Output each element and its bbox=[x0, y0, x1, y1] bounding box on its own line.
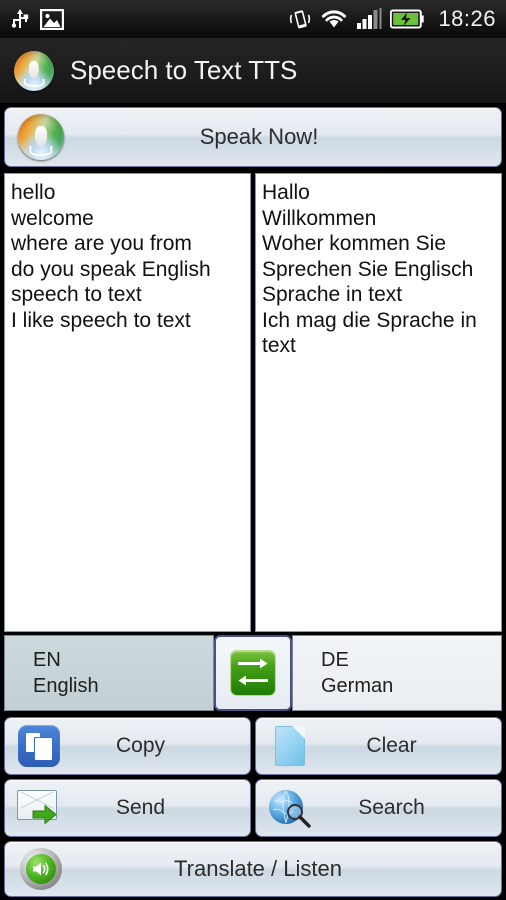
clear-button[interactable]: Clear bbox=[255, 717, 502, 775]
status-bar-right-icons: 18:26 bbox=[288, 6, 496, 32]
search-icon-wrap bbox=[264, 788, 316, 828]
clear-icon-wrap bbox=[264, 726, 316, 766]
action-button-grid: Copy Clear Send Search Translate / Liste… bbox=[4, 717, 502, 897]
gallery-image-icon bbox=[40, 8, 64, 30]
app-title-bar: Speech to Text TTS bbox=[0, 38, 506, 104]
app-content: Speak Now! hello welcome where are you f… bbox=[0, 104, 506, 900]
swap-arrows-icon bbox=[230, 650, 276, 696]
vibrate-icon bbox=[288, 7, 312, 31]
wifi-icon bbox=[320, 8, 348, 30]
target-language-selector[interactable]: DE German bbox=[292, 635, 502, 711]
swap-languages-button[interactable] bbox=[214, 635, 292, 711]
microphone-icon bbox=[14, 50, 54, 91]
status-bar: 18:26 bbox=[0, 0, 506, 38]
page-title: Speech to Text TTS bbox=[70, 55, 298, 85]
send-label: Send bbox=[115, 796, 166, 819]
copy-icon bbox=[18, 725, 60, 767]
text-panes: hello welcome where are you from do you … bbox=[4, 173, 502, 632]
speaker-inner bbox=[26, 854, 56, 884]
source-text-pane[interactable]: hello welcome where are you from do you … bbox=[4, 173, 251, 632]
target-language-name: German bbox=[321, 675, 394, 697]
copy-label: Copy bbox=[115, 734, 166, 757]
send-button[interactable]: Send bbox=[4, 779, 251, 837]
speak-now-icon-wrap bbox=[15, 114, 67, 160]
magnifier-shape bbox=[287, 804, 311, 828]
speak-now-label: Speak Now! bbox=[199, 124, 319, 149]
send-icon-wrap bbox=[13, 788, 65, 828]
target-text-pane[interactable]: Hallo Willkommen Woher kommen Sie Sprech… bbox=[255, 173, 502, 632]
search-button[interactable]: Search bbox=[255, 779, 502, 837]
battery-charging-icon bbox=[390, 9, 425, 29]
translate-listen-button[interactable]: Translate / Listen bbox=[4, 841, 502, 897]
source-language-code: EN bbox=[33, 649, 61, 671]
microphone-icon bbox=[18, 114, 64, 160]
action-row-2: Send Search bbox=[4, 779, 502, 837]
copy-icon-wrap bbox=[13, 725, 65, 767]
speaker-icon bbox=[20, 848, 62, 890]
green-arrow-shape bbox=[32, 804, 57, 825]
translate-listen-label: Translate / Listen bbox=[174, 856, 342, 881]
signal-bars-icon bbox=[356, 8, 382, 30]
globe-search-icon bbox=[267, 788, 313, 828]
usb-icon bbox=[10, 7, 30, 31]
status-bar-clock: 18:26 bbox=[438, 6, 496, 31]
search-label: Search bbox=[358, 796, 425, 819]
source-text: hello welcome where are you from do you … bbox=[11, 181, 211, 332]
clear-label: Clear bbox=[366, 734, 417, 757]
phone-screen: 18:26 Speech to Text TTS Speak Now! hell… bbox=[0, 0, 506, 900]
speak-now-button[interactable]: Speak Now! bbox=[4, 107, 502, 167]
source-language-name: English bbox=[33, 675, 99, 697]
document-icon bbox=[275, 726, 305, 766]
status-bar-left-icons bbox=[10, 7, 64, 31]
language-selector-row: EN English DE German bbox=[4, 635, 502, 711]
source-language-selector[interactable]: EN English bbox=[4, 635, 214, 711]
translate-icon-wrap bbox=[15, 848, 67, 890]
target-language-code: DE bbox=[321, 649, 349, 671]
action-row-1: Copy Clear bbox=[4, 717, 502, 775]
copy-button[interactable]: Copy bbox=[4, 717, 251, 775]
target-text: Hallo Willkommen Woher kommen Sie Sprech… bbox=[262, 181, 477, 357]
mail-send-icon bbox=[15, 788, 63, 828]
